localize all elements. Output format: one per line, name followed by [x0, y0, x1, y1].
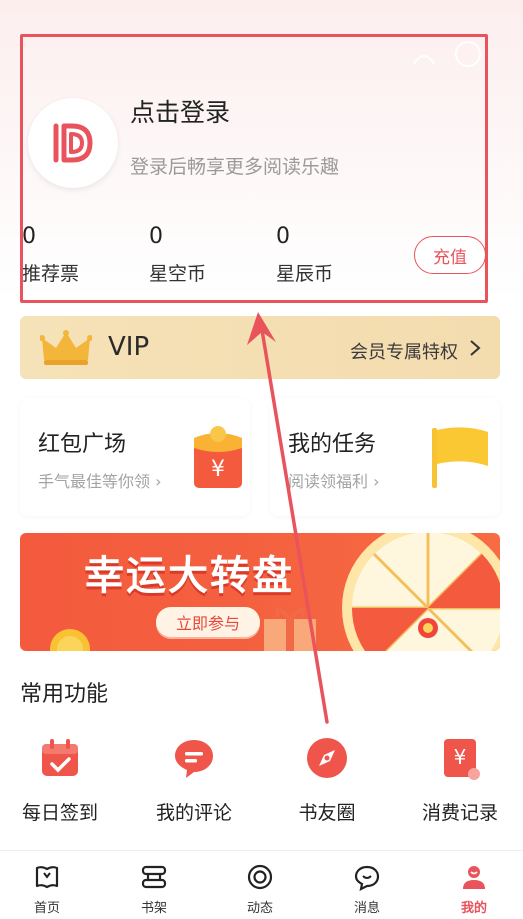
prize-wheel-icon: [342, 533, 500, 651]
chat-bubble-icon: [354, 865, 380, 891]
common-functions-title: 常用功能: [20, 682, 109, 707]
tab-label: 我的: [460, 901, 487, 916]
svg-text:¥: ¥: [211, 457, 225, 482]
my-tasks-card[interactable]: 我的任务 阅读领福利 ›: [270, 398, 500, 516]
flag-icon: [432, 427, 488, 488]
svg-text:¥: ¥: [454, 745, 467, 769]
bottom-tab-bar: 首页 书架 动态 消息 我的: [0, 850, 523, 919]
vip-banner[interactable]: VIP 会员专属特权: [20, 316, 500, 379]
function-label: 书友圈: [298, 802, 356, 824]
tab-label: 动态: [246, 901, 273, 916]
red-packet-card[interactable]: 红包广场 手气最佳等你领 › ¥: [20, 398, 250, 516]
user-icon: [463, 866, 485, 889]
card-title: 红包广场: [38, 432, 127, 457]
yen-receipt-icon: ¥: [444, 739, 480, 780]
tab-me[interactable]: 我的: [439, 863, 509, 916]
card-title: 我的任务: [288, 432, 377, 457]
book-home-icon: [35, 866, 59, 889]
function-label: 每日签到: [21, 802, 98, 824]
tab-bookshelf[interactable]: 书架: [119, 863, 189, 916]
function-label: 我的评论: [155, 802, 232, 824]
bookshelf-icon: [141, 865, 167, 889]
banner-title: 幸运大转盘: [84, 553, 294, 599]
vip-privileges-link[interactable]: 会员专属特权: [350, 338, 458, 364]
tab-label: 首页: [33, 901, 60, 916]
spending-records-item[interactable]: ¥ 消费记录: [400, 736, 520, 825]
card-subtitle: 阅读领福利 ›: [288, 472, 380, 491]
function-label: 消费记录: [421, 802, 498, 824]
tab-home[interactable]: 首页: [12, 863, 82, 916]
red-packet-icon: ¥: [194, 426, 242, 488]
gift-box-icon: [264, 607, 316, 651]
compass-icon: [307, 738, 347, 778]
tab-label: 消息: [353, 901, 380, 916]
card-subtitle: 手气最佳等你领 ›: [38, 472, 162, 491]
vip-title: VIP: [108, 332, 150, 362]
join-now-button[interactable]: 立即参与: [156, 607, 260, 637]
tab-label: 书架: [140, 901, 167, 916]
tab-feed[interactable]: 动态: [225, 863, 295, 916]
tab-messages[interactable]: 消息: [332, 863, 402, 916]
my-comments-item[interactable]: 我的评论: [134, 736, 254, 825]
circle-target-icon: [247, 864, 273, 890]
chevron-right-icon: [470, 340, 481, 356]
lucky-wheel-banner[interactable]: 幸运大转盘 立即参与: [20, 533, 500, 651]
crown-icon: [40, 330, 92, 365]
comment-bubble-icon: [175, 740, 213, 778]
coin-icon: [50, 629, 90, 651]
calendar-check-icon: [42, 739, 78, 776]
highlight-box: [20, 34, 488, 303]
daily-checkin-item[interactable]: 每日签到: [0, 736, 120, 825]
book-friends-circle-item[interactable]: 书友圈: [267, 736, 387, 825]
